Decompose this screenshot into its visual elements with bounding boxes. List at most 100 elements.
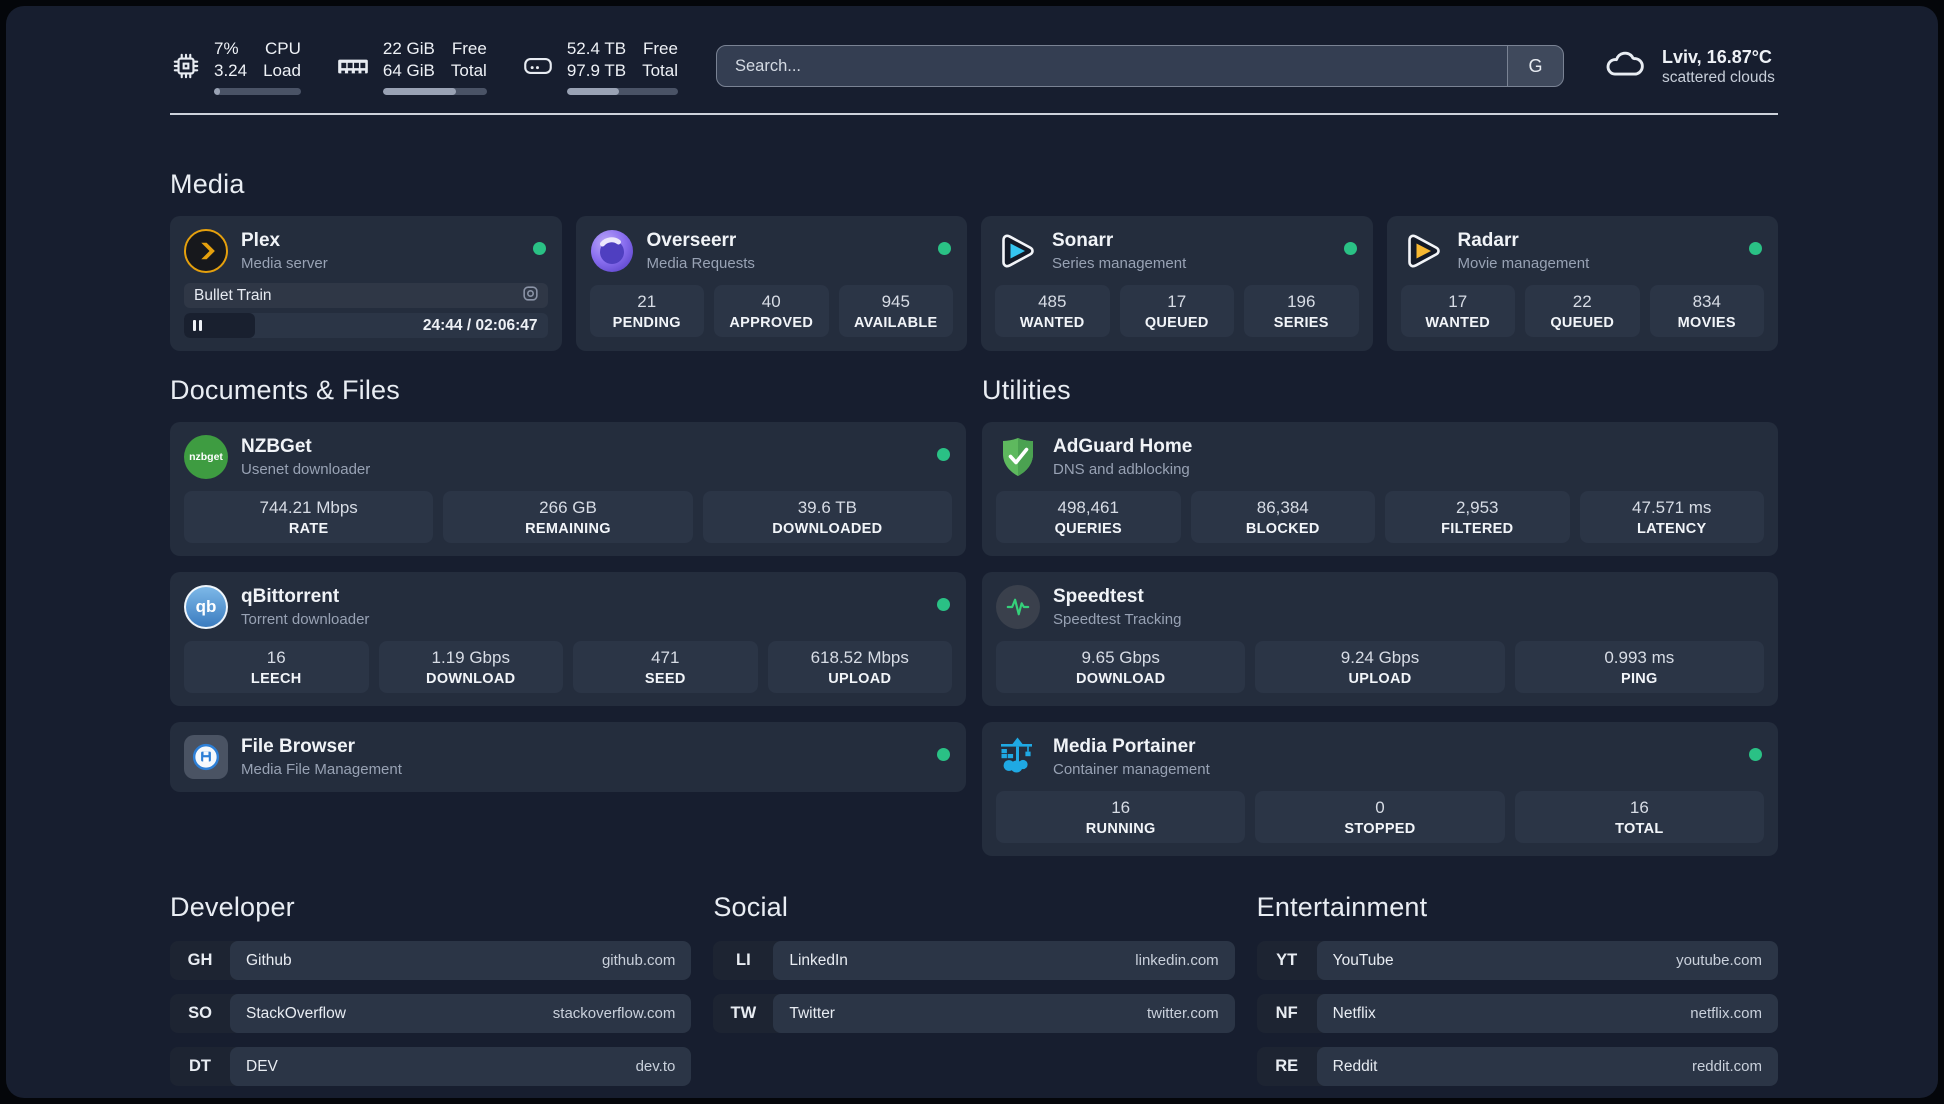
search-input[interactable] <box>716 46 1507 86</box>
weather-widget: Lviv, 16.87°C scattered clouds <box>1602 45 1778 88</box>
entertainment-section: Entertainment YT YouTube youtube.com NF … <box>1256 892 1778 1100</box>
cpu-progress-bar <box>214 87 301 95</box>
stat-blocked: 86,384 BLOCKED <box>1190 491 1375 543</box>
disk-total-label: Total <box>642 60 678 80</box>
cpu-usage-label: CPU <box>265 38 301 58</box>
disk-progress-bar <box>566 87 678 95</box>
dashboard: 7% 3.24 CPU Load 22 GiB 64 GiB Free Tota… <box>6 6 1938 1098</box>
app-name: qBittorrent <box>241 586 340 608</box>
stat-latency: 47.571 ms LATENCY <box>1579 491 1764 543</box>
app-name: Overseerr <box>646 230 737 252</box>
app-name: Sonarr <box>1052 230 1114 252</box>
bookmark-abbr: YT <box>1276 951 1298 969</box>
app-desc: Container management <box>1053 760 1210 778</box>
stat-seed: 471 SEED <box>573 641 758 693</box>
stat-approved: 40 APPROVED <box>714 285 829 337</box>
bookmark-reddit[interactable]: RE Reddit reddit.com <box>1256 1047 1778 1086</box>
nzbget-card[interactable]: nzbget NZBGet Usenet downloader 744.21 M… <box>170 422 966 556</box>
stat-total: 16 TOTAL <box>1514 791 1764 843</box>
ram-total-label: Total <box>450 60 487 80</box>
bookmark-abbr: GH <box>187 951 213 969</box>
bookmark-abbr: RE <box>1275 1057 1299 1075</box>
radarr-logo <box>1401 229 1445 273</box>
bookmark-name: Github <box>246 951 292 969</box>
disk-icon <box>521 50 555 82</box>
cpu-load-label: Load <box>263 60 301 80</box>
bookmark-url: linkedin.com <box>1135 952 1219 969</box>
bookmark-linkedin[interactable]: LI LinkedIn linkedin.com <box>713 941 1235 980</box>
section-title-social: Social <box>713 892 789 922</box>
bookmark-netflix[interactable]: NF Netflix netflix.com <box>1256 994 1778 1033</box>
bookmark-name: YouTube <box>1332 951 1394 969</box>
ram-free-label: Free <box>451 38 487 58</box>
filebrowser-card[interactable]: File Browser Media File Management <box>170 722 966 792</box>
disk-total-value: 97.9 TB <box>566 60 627 80</box>
stat-leech: 16 LEECH <box>184 641 369 693</box>
cpu-icon <box>170 50 202 82</box>
stat-running: 16 RUNNING <box>996 791 1246 843</box>
section-title-developer: Developer <box>170 892 295 922</box>
app-desc: Torrent downloader <box>241 610 370 628</box>
section-title-entertainment: Entertainment <box>1256 892 1428 922</box>
bookmark-github[interactable]: GH Github github.com <box>170 941 692 980</box>
stat-downloaded: 39.6 TB DOWNLOADED <box>702 491 952 543</box>
bookmark-name: DEV <box>246 1057 278 1075</box>
now-playing-title-row: Bullet Train <box>184 283 548 308</box>
plex-logo <box>184 229 228 273</box>
stat-series: 196 SERIES <box>1244 285 1359 337</box>
stat-queries: 498,461 QUERIES <box>996 491 1181 543</box>
filebrowser-logo <box>184 735 228 779</box>
status-dot <box>1749 242 1762 255</box>
plex-card[interactable]: Plex Media server Bullet Train 24:44 / 0… <box>170 216 562 351</box>
bookmark-name: LinkedIn <box>789 951 848 969</box>
bookmark-abbr: SO <box>188 1004 212 1022</box>
overseerr-card[interactable]: Overseerr Media Requests 21 PENDING 40 A… <box>575 216 967 351</box>
bookmark-abbr: NF <box>1275 1004 1298 1022</box>
app-name: Radarr <box>1457 230 1519 252</box>
stat-wanted: 17 WANTED <box>1400 285 1515 337</box>
qbittorrent-card[interactable]: qb qBittorrent Torrent downloader 16 LEE… <box>170 572 966 706</box>
stat-movies: 834 MOVIES <box>1649 285 1764 337</box>
bookmark-youtube[interactable]: YT YouTube youtube.com <box>1256 941 1778 980</box>
nzbget-logo: nzbget <box>184 435 228 479</box>
bookmark-abbr: TW <box>730 1004 757 1022</box>
developer-section: Developer GH Github github.com SO StackO… <box>170 892 692 1100</box>
search-engine-button[interactable]: G <box>1507 46 1563 86</box>
bookmark-name: StackOverflow <box>246 1004 346 1022</box>
speedtest-logo <box>996 585 1040 629</box>
bookmark-twitter[interactable]: TW Twitter twitter.com <box>713 994 1235 1033</box>
search-bar: G <box>715 45 1564 87</box>
sonarr-card[interactable]: Sonarr Series management 485 WANTED 17 Q… <box>981 216 1373 351</box>
stat-rate: 744.21 Mbps RATE <box>184 491 434 543</box>
bookmark-stackoverflow[interactable]: SO StackOverflow stackoverflow.com <box>170 994 692 1033</box>
stat-download: 9.65 Gbps DOWNLOAD <box>996 641 1246 693</box>
app-name: NZBGet <box>241 436 312 458</box>
app-desc: Media File Management <box>241 760 402 778</box>
stat-download: 1.19 Gbps DOWNLOAD <box>378 641 563 693</box>
app-desc: Usenet downloader <box>241 460 371 478</box>
bookmark-name: Twitter <box>789 1004 835 1022</box>
adguard-card[interactable]: AdGuard Home DNS and adblocking 498,461 … <box>982 422 1778 556</box>
status-dot <box>532 242 546 255</box>
bookmark-dev[interactable]: DT DEV dev.to <box>170 1047 692 1086</box>
weather-location-temp: Lviv, 16.87°C <box>1662 47 1772 67</box>
status-dot <box>937 748 950 761</box>
radarr-card[interactable]: Radarr Movie management 17 WANTED 22 QUE… <box>1386 216 1778 351</box>
cpu-stat: 7% 3.24 CPU Load <box>170 38 301 95</box>
app-name: AdGuard Home <box>1053 436 1193 458</box>
bookmark-abbr: DT <box>189 1057 211 1075</box>
status-dot <box>1749 748 1762 761</box>
ram-progress-bar <box>382 87 487 95</box>
speedtest-card[interactable]: Speedtest Speedtest Tracking 9.65 Gbps D… <box>982 572 1778 706</box>
stat-queued: 17 QUEUED <box>1119 285 1234 337</box>
adguard-logo <box>996 435 1040 479</box>
bookmark-url: netflix.com <box>1690 1005 1762 1022</box>
bookmark-url: dev.to <box>635 1058 676 1075</box>
stat-filtered: 2,953 FILTERED <box>1385 491 1570 543</box>
portainer-card[interactable]: Media Portainer Container management 16 … <box>982 722 1778 856</box>
qbittorrent-logo: qb <box>184 585 228 629</box>
cloud-icon <box>1602 45 1648 88</box>
top-bar: 7% 3.24 CPU Load 22 GiB 64 GiB Free Tota… <box>170 34 1778 98</box>
stat-upload: 9.24 Gbps UPLOAD <box>1255 641 1505 693</box>
pause-icon <box>193 320 202 331</box>
